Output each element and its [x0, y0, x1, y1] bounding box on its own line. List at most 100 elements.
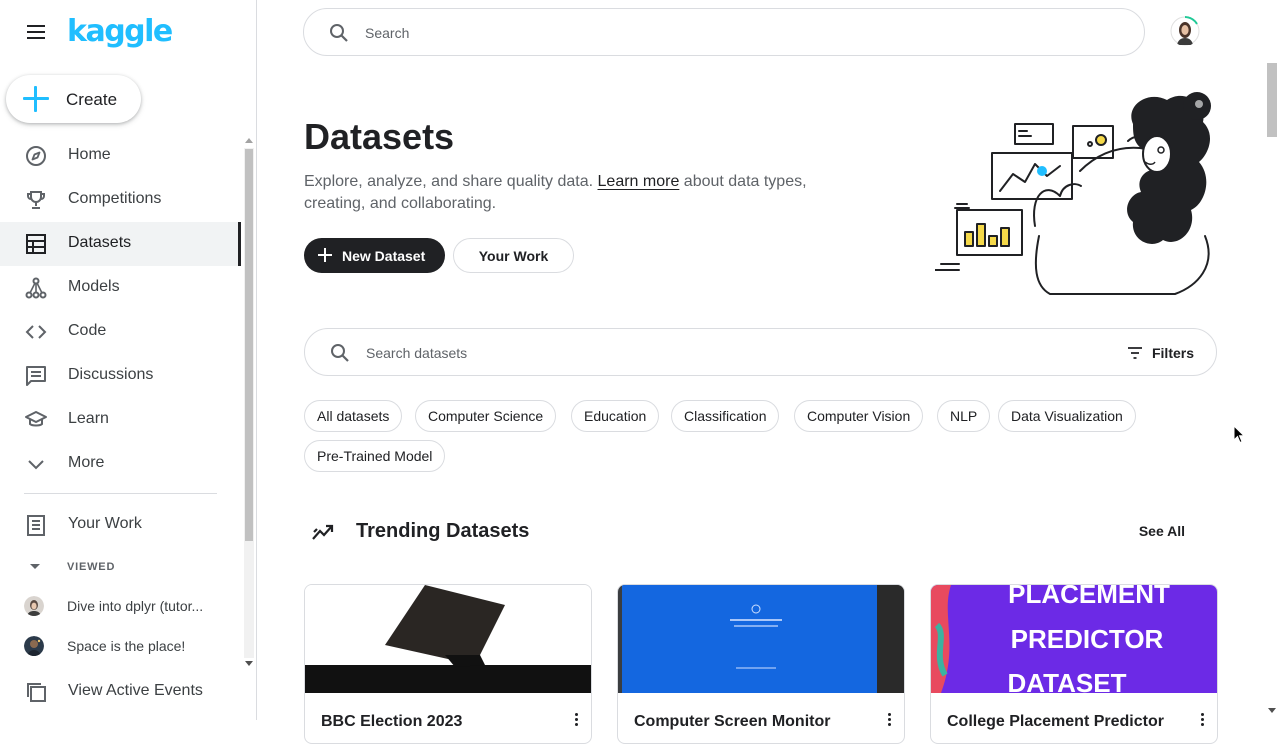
kaggle-logo[interactable]: kaggle: [67, 14, 173, 49]
card-thumbnail: PLACEMENT PREDICTOR DATASET: [931, 585, 1217, 693]
new-dataset-button[interactable]: New Dataset: [304, 238, 445, 273]
chip[interactable]: Pre-Trained Model: [304, 440, 446, 472]
sidebar-nav: Home Competitions Datasets Models Code D…: [0, 134, 241, 486]
trophy-icon: [27, 191, 45, 209]
dataset-search-placeholder: Search datasets: [366, 345, 468, 361]
card-title: BBC Election 2023: [321, 713, 463, 730]
create-button[interactable]: Create: [6, 75, 141, 123]
new-dataset-label: New Dataset: [342, 248, 426, 264]
sidebar-item-discussions[interactable]: Discussions: [0, 354, 240, 398]
sidebar-item-label: Competitions: [68, 190, 162, 207]
sidebar-item-label: Home: [68, 146, 111, 163]
scrollbar-thumb[interactable]: [1267, 63, 1277, 137]
dataset-card[interactable]: PLACEMENT PREDICTOR DATASET College Plac…: [930, 584, 1218, 744]
see-all-link[interactable]: See All: [1139, 523, 1185, 539]
sidebar-item-label: Models: [68, 278, 120, 295]
discussion-icon: [26, 366, 46, 386]
table-icon: [26, 234, 46, 254]
avatar: [24, 636, 44, 656]
chip[interactable]: Education: [571, 400, 660, 432]
sidebar-item-label: Code: [68, 322, 107, 339]
chip[interactable]: NLP: [937, 400, 991, 432]
sidebar-item-label: Learn: [68, 410, 109, 427]
card-thumbnail: [618, 585, 904, 693]
plus-icon: [23, 86, 49, 112]
dataset-search-input[interactable]: Search datasets Filters: [304, 328, 1217, 376]
scrollbar-thumb[interactable]: [245, 149, 253, 541]
search-placeholder: Search: [365, 25, 410, 41]
page-title: Datasets: [304, 116, 455, 157]
more-vert-icon[interactable]: [575, 713, 579, 729]
models-icon: [25, 277, 47, 299]
clipboard-icon: [27, 515, 45, 536]
chip[interactable]: Computer Science: [415, 400, 557, 432]
sidebar-item-label: Your Work: [68, 515, 142, 532]
create-label: Create: [66, 90, 118, 109]
scroll-down-arrow[interactable]: [1268, 708, 1276, 713]
trending-icon: [312, 524, 334, 540]
filters-label: Filters: [1151, 345, 1194, 361]
sidebar: kaggle Create Home Competitions Datasets…: [0, 0, 257, 720]
main-content: Search Datasets Explore, analyze, and sh…: [257, 0, 1280, 744]
viewed-item-label: Dive into dplyr (tutor...: [67, 598, 204, 614]
compass-icon: [26, 146, 46, 166]
avatar: [24, 596, 44, 616]
page-description: Explore, analyze, and share quality data…: [304, 171, 814, 215]
filter-icon: [1127, 347, 1142, 359]
user-avatar[interactable]: [1170, 16, 1200, 46]
filters-button[interactable]: Filters: [1127, 343, 1194, 363]
more-vert-icon[interactable]: [1201, 713, 1205, 729]
viewed-label: VIEWED: [67, 561, 116, 573]
section-title: Trending Datasets: [356, 520, 530, 542]
sidebar-item-label: View Active Events: [68, 682, 203, 699]
dataset-card[interactable]: Computer Screen Monitor: [617, 584, 905, 744]
caret-down-icon: [30, 564, 40, 569]
sidebar-item-datasets[interactable]: Datasets: [0, 222, 241, 266]
viewed-item[interactable]: Space is the place!: [0, 628, 240, 664]
your-work-label: Your Work: [478, 248, 549, 264]
sidebar-item-models[interactable]: Models: [0, 266, 240, 310]
more-vert-icon[interactable]: [888, 713, 892, 729]
scroll-up-arrow[interactable]: [245, 138, 253, 143]
school-icon: [25, 411, 47, 427]
search-icon: [331, 344, 349, 362]
chevron-down-icon: [28, 460, 44, 470]
card-title: College Placement Predictor: [947, 713, 1164, 730]
thumbnail-text: PREDICTOR: [1011, 624, 1164, 654]
sidebar-item-learn[interactable]: Learn: [0, 398, 240, 442]
code-icon: [25, 325, 47, 339]
thumbnail-text: DATASET: [1008, 668, 1127, 693]
view-active-events[interactable]: View Active Events: [0, 670, 240, 714]
scroll-down-arrow[interactable]: [245, 661, 253, 666]
chip[interactable]: All datasets: [304, 400, 403, 432]
sidebar-item-code[interactable]: Code: [0, 310, 240, 354]
card-title: Computer Screen Monitor: [634, 713, 831, 730]
sidebar-item-home[interactable]: Home: [0, 134, 240, 178]
mouse-cursor-icon: [1233, 425, 1245, 444]
thumbnail-text: PLACEMENT: [1008, 585, 1170, 609]
main-scrollbar[interactable]: [1265, 60, 1280, 720]
card-thumbnail: [305, 585, 591, 693]
plus-icon: [318, 248, 332, 262]
description-text: Explore, analyze, and share quality data…: [304, 173, 598, 190]
trending-header: Trending Datasets See All: [304, 516, 1217, 548]
global-search-input[interactable]: Search: [303, 8, 1145, 56]
chip[interactable]: Computer Vision: [794, 400, 924, 432]
search-icon: [330, 24, 348, 42]
sidebar-item-your-work[interactable]: Your Work: [0, 503, 240, 547]
your-work-button[interactable]: Your Work: [453, 238, 574, 273]
chip[interactable]: Data Visualization: [998, 400, 1136, 432]
sidebar-item-more[interactable]: More: [0, 442, 240, 486]
viewed-item-label: Space is the place!: [67, 638, 186, 654]
chip[interactable]: Classification: [671, 400, 780, 432]
sidebar-item-label: Discussions: [68, 366, 154, 383]
hero-illustration: [935, 92, 1211, 295]
sidebar-item-competitions[interactable]: Competitions: [0, 178, 240, 222]
dataset-card[interactable]: BBC Election 2023: [304, 584, 592, 744]
viewed-item[interactable]: Dive into dplyr (tutor...: [0, 588, 240, 624]
learn-more-link[interactable]: Learn more: [598, 173, 680, 190]
sidebar-item-label: Datasets: [68, 234, 132, 251]
events-icon: [27, 683, 46, 702]
sidebar-scrollbar[interactable]: [243, 134, 255, 672]
menu-icon[interactable]: [24, 21, 48, 43]
